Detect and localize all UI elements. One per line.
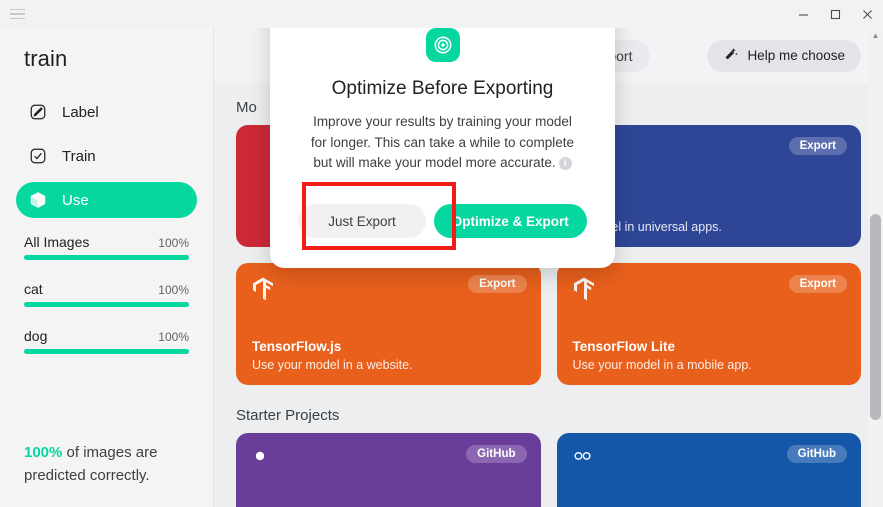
card-description: Use your model in a website. [252,358,413,372]
tensorflow-logo-icon [573,277,846,305]
starter-projects-title: Starter Projects [236,407,340,424]
score-row: All Images 100% [24,234,189,260]
prediction-summary-percent: 100% [24,443,63,461]
vertical-scrollbar[interactable]: ▲ [868,28,883,507]
help-me-choose-label: Help me choose [747,48,845,63]
starter-card[interactable]: GitHub [236,433,541,507]
score-bar-track [24,349,189,354]
optimize-and-export-button[interactable]: Optimize & Export [433,204,587,238]
sidebar-item-label[interactable]: Label [16,94,197,130]
model-card-tensorflowlite[interactable]: Export TensorFlow Lite Use your model in… [556,263,861,385]
maximize-icon[interactable] [819,0,851,28]
optimize-before-exporting-dialog: Optimize Before Exporting Improve your r… [270,0,615,268]
magic-wand-icon [723,47,739,65]
project-title: train [24,46,68,71]
help-me-choose-button[interactable]: Help me choose [707,39,861,72]
dialog-actions: Just Export Optimize & Export [270,204,615,238]
score-bar-track [24,302,189,307]
card-github-badge[interactable]: GitHub [466,445,527,463]
just-export-button[interactable]: Just Export [298,204,426,238]
dialog-title: Optimize Before Exporting [331,78,554,99]
prediction-summary: 100% of images are predicted correctly. [24,441,204,488]
cube-icon [28,190,48,210]
sidebar-item-train[interactable]: Train [16,138,197,174]
model-card-tensorflowjs[interactable]: Export TensorFlow.js Use your model in a… [236,263,541,385]
class-scores: All Images 100% cat 100% dog 100% [16,234,197,354]
score-label: cat [24,281,43,297]
sidebar-item-train-text: Train [62,147,96,165]
scrollbar-thumb[interactable] [870,214,881,420]
starter-card[interactable]: GitHub [556,433,861,507]
tensorflow-logo-icon [252,277,525,305]
score-bar-fill [24,302,189,307]
minimize-icon[interactable] [787,0,819,28]
window-titlebar [0,0,883,28]
sidebar-item-use-text: Use [62,191,89,209]
close-icon[interactable] [851,0,883,28]
score-bar-fill [24,255,189,260]
hamburger-icon[interactable] [0,0,34,28]
check-square-icon [28,146,48,166]
caret-up-icon[interactable]: ▲ [868,28,883,42]
info-icon[interactable]: i [558,156,572,170]
sidebar-item-label-text: Label [62,103,99,121]
card-export-badge[interactable]: Export [788,137,847,155]
dialog-body: Improve your results by training your mo… [310,112,576,174]
card-description: Use your model in a mobile app. [572,358,752,372]
dialog-body-text: Improve your results by training your mo… [310,114,575,171]
card-title: TensorFlow Lite [572,339,676,354]
score-label: dog [24,328,48,344]
window-controls [787,0,883,28]
sidebar-nav: Label Train Use [16,94,197,218]
score-percent: 100% [158,330,189,344]
card-title: TensorFlow.js [252,339,342,354]
sidebar-item-use[interactable]: Use [16,182,197,218]
starter-card-grid: GitHub GitHub [236,433,861,507]
score-label: All Images [24,234,90,250]
card-github-badge[interactable]: GitHub [786,445,847,463]
score-bar-track [24,255,189,260]
pencil-square-icon [28,102,48,122]
score-percent: 100% [158,283,189,297]
target-icon [425,28,460,62]
score-percent: 100% [158,236,189,250]
score-row: cat 100% [24,281,189,307]
score-bar-fill [24,349,189,354]
score-row: dog 100% [24,328,189,354]
sidebar: train Label Train Use All Images 100% ca… [0,28,214,507]
app-window: train Label Train Use All Images 100% ca… [0,0,883,507]
